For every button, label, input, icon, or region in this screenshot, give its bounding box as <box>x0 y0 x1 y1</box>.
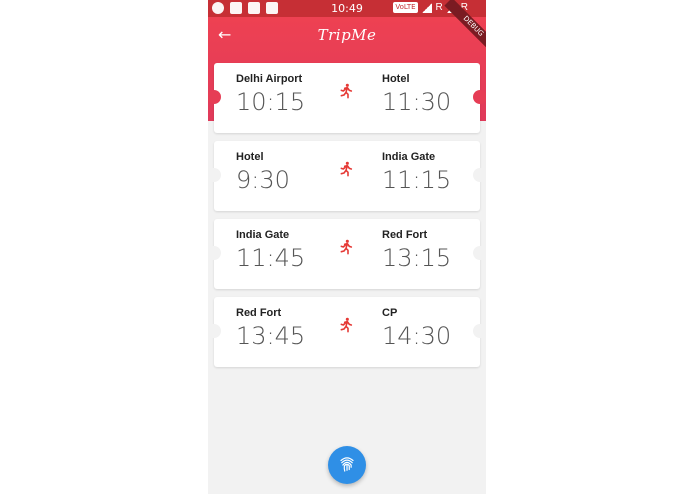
leg-origin: Hotel 9:30 <box>236 151 290 194</box>
arrival-time: 11:15 <box>382 166 452 194</box>
leg-destination: CP 14:30 <box>382 307 451 350</box>
leg-origin: India Gate 11:45 <box>236 229 305 272</box>
leg-origin: Delhi Airport 10:15 <box>236 73 305 116</box>
departure-time: 13:45 <box>236 322 306 350</box>
arrival-time: 11:30 <box>382 88 452 116</box>
origin-name: Delhi Airport <box>236 73 303 85</box>
walking-icon <box>340 83 353 99</box>
roaming-indicator: R <box>435 2 443 13</box>
ticket-notch <box>208 324 221 338</box>
ticket-notch <box>473 90 486 104</box>
trip-leg-list: Delhi Airport 10:15 Hotel 11:30 Hotel 9:… <box>208 63 486 375</box>
fingerprint-fab-button[interactable] <box>328 446 366 484</box>
departure-time: 9:30 <box>236 166 290 194</box>
destination-name: CP <box>382 307 398 319</box>
trip-leg-card[interactable]: Hotel 9:30 India Gate 11:15 <box>208 141 486 211</box>
destination-name: India Gate <box>382 151 436 163</box>
leg-origin: Red Fort 13:45 <box>236 307 305 350</box>
origin-name: Red Fort <box>236 307 282 319</box>
signal-icon <box>421 2 432 13</box>
fingerprint-icon <box>340 457 354 472</box>
ticket-notch <box>208 90 221 104</box>
destination-name: Hotel <box>382 73 410 85</box>
leg-destination: Red Fort 13:15 <box>382 229 451 272</box>
status-bar: 10:49 VoLTE R R <box>208 0 486 17</box>
ticket-notch <box>208 168 221 182</box>
leg-destination: Hotel 11:30 <box>382 73 451 116</box>
walking-icon <box>340 317 353 333</box>
walking-icon <box>340 239 353 255</box>
ticket-notch <box>208 246 221 260</box>
arrival-time: 14:30 <box>382 322 452 350</box>
origin-name: Hotel <box>236 151 264 163</box>
ticket-notch <box>473 246 486 260</box>
trip-leg-card[interactable]: India Gate 11:45 Red Fort 13:15 <box>208 219 486 289</box>
ticket-notch <box>473 168 486 182</box>
trip-leg-card[interactable]: Red Fort 13:45 CP 14:30 <box>208 297 486 367</box>
departure-time: 10:15 <box>236 88 306 116</box>
arrival-time: 13:15 <box>382 244 452 272</box>
volte-badge: VoLTE <box>393 2 418 13</box>
phone-screen: 10:49 VoLTE R R ← TripMe DEBUG Delhi Air… <box>208 0 486 494</box>
destination-name: Red Fort <box>382 229 428 241</box>
trip-leg-card[interactable]: Delhi Airport 10:15 Hotel 11:30 <box>208 63 486 133</box>
departure-time: 11:45 <box>236 244 306 272</box>
ticket-notch <box>473 324 486 338</box>
walking-icon <box>340 161 353 177</box>
app-title: TripMe <box>317 26 377 44</box>
origin-name: India Gate <box>236 229 290 241</box>
leg-destination: India Gate 11:15 <box>382 151 451 194</box>
